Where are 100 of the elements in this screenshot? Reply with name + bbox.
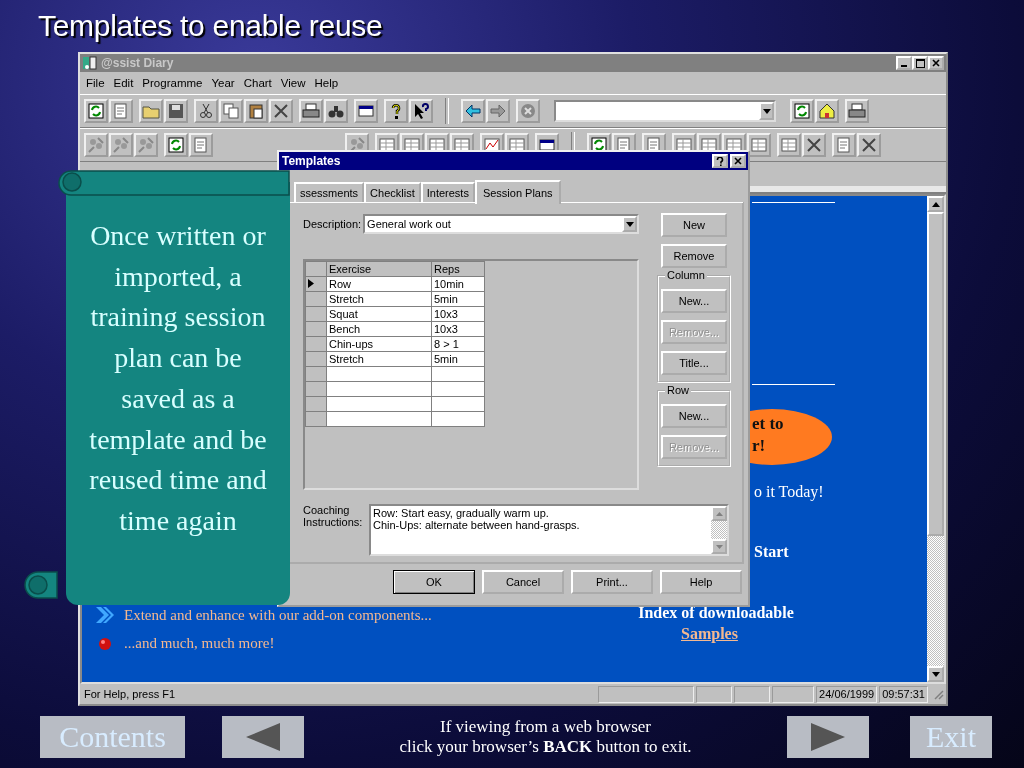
help-button[interactable] [712, 154, 728, 168]
group-label: Row [665, 384, 691, 396]
toolbar-button[interactable] [354, 99, 378, 123]
maximize-icon [915, 58, 925, 68]
menu-item[interactable]: Chart [243, 77, 272, 89]
toolbar-button[interactable] [857, 133, 881, 157]
bullet-dot-icon [98, 636, 112, 651]
left-triangle-icon [246, 723, 280, 751]
copy-icon [221, 101, 241, 121]
menu-item[interactable]: Edit [113, 77, 134, 89]
menu-item[interactable]: Help [314, 77, 339, 89]
note-text: click your browser’s BACK button to exit. [399, 737, 692, 757]
callout-text: Once written or imported, a training session plan can be saved as a template and be reused time and time again [88, 219, 268, 538]
column-button[interactable]: New... [661, 289, 727, 313]
row-button[interactable]: New... [661, 404, 727, 428]
tab[interactable]: ssessments [294, 182, 365, 202]
toolbar-button[interactable] [164, 133, 188, 157]
status-date: 24/06/1999 [816, 685, 878, 703]
chevron-icon [94, 605, 116, 625]
people-icon [111, 135, 131, 155]
toolbar-button[interactable] [384, 99, 408, 123]
refresh-icon [792, 101, 812, 121]
menu-item[interactable]: File [86, 77, 105, 89]
group-label: Column [665, 269, 707, 281]
toolbar-button[interactable] [164, 99, 188, 123]
status-panel [772, 685, 815, 703]
dialog-button[interactable]: Print... [571, 570, 653, 594]
instruction-text: Row: Start easy, gradually warm up. [373, 507, 550, 519]
dropdown-arrow-icon [762, 108, 771, 114]
dialog-button[interactable]: Cancel [482, 570, 564, 594]
toolbar-button[interactable] [815, 99, 839, 123]
close-icon [734, 157, 742, 165]
toolbar-button[interactable] [244, 99, 268, 123]
scroll-roll-drawing [24, 570, 58, 600]
promo-text: o it Today! [754, 483, 824, 501]
stop-icon [518, 101, 538, 121]
instruction-text: Chin-Ups: alternate between hand-grasps. [373, 519, 581, 531]
refresh-icon [166, 135, 186, 155]
menu-item[interactable]: Programme [142, 77, 203, 89]
toolbar-button[interactable] [194, 99, 218, 123]
toolbar-button[interactable] [845, 99, 869, 123]
toolbar-button[interactable] [269, 99, 293, 123]
text-scrollbar[interactable] [711, 506, 727, 554]
column-header[interactable]: Reps [431, 261, 485, 277]
feature-text: Extend and enhance with our add-on components... [124, 606, 432, 624]
address-combo[interactable] [554, 100, 776, 122]
description-dropdown[interactable]: General work out [363, 214, 639, 234]
dialog-button[interactable]: Remove [661, 244, 727, 268]
ellipse-text: et to [752, 413, 785, 435]
paste-icon [246, 101, 266, 121]
previous-button[interactable] [222, 716, 304, 758]
toolbar-button[interactable] [84, 99, 108, 123]
scroll-down-icon [715, 544, 723, 549]
close-icon [932, 59, 940, 67]
toolbar-button[interactable] [790, 99, 814, 123]
dialog-button[interactable]: New [661, 213, 727, 237]
toolbar-button[interactable] [802, 133, 826, 157]
coaching-text-area[interactable]: Row: Start easy, gradually warm up. Chin-Ups: alternate between hand-grasps. [369, 504, 729, 556]
toolbar-button[interactable] [409, 99, 433, 123]
toolbar-button[interactable] [461, 99, 485, 123]
note-text: If viewing from a web browser [440, 717, 651, 737]
save-icon [166, 101, 186, 121]
home-icon [817, 101, 837, 121]
toolbar-button[interactable] [299, 99, 323, 123]
dialog-title: Templates [282, 154, 342, 168]
printer-icon [301, 101, 321, 121]
menu-item[interactable]: Year [211, 77, 235, 89]
resize-grip-icon [932, 688, 944, 700]
close-button[interactable] [928, 56, 944, 70]
scroll-up-icon [715, 511, 723, 516]
table-icon [749, 135, 769, 155]
window-title: @ssist Diary [101, 56, 175, 70]
status-panel [734, 685, 771, 703]
start-text: Start [754, 543, 789, 561]
people-icon [136, 135, 156, 155]
tab[interactable]: Interests [420, 182, 475, 202]
close-button[interactable] [730, 154, 746, 168]
vertical-scrollbar[interactable] [927, 196, 944, 682]
minimize-button[interactable] [896, 56, 912, 70]
refresh-icon [86, 101, 106, 121]
dropdown-arrow-icon [625, 221, 634, 227]
dialog-button[interactable]: Help [660, 570, 742, 594]
tab[interactable]: Session Plans [474, 180, 561, 204]
tab[interactable]: Checklist [364, 182, 421, 202]
scroll-down-icon [931, 671, 940, 677]
slide-title: Templates to enable reuse [38, 9, 383, 43]
coaching-label: Coaching Instructions: [303, 504, 364, 530]
menu-item[interactable]: View [280, 77, 306, 89]
current-row-icon [308, 279, 314, 288]
column-header[interactable]: Exercise [326, 261, 432, 277]
dialog-button[interactable]: OK [393, 570, 475, 594]
next-button[interactable] [787, 716, 869, 758]
maximize-button[interactable] [912, 56, 928, 70]
question-mark-icon [716, 156, 724, 166]
index-heading: Index of downloadable [637, 604, 795, 622]
people-icon [86, 135, 106, 155]
column-button[interactable]: Title... [661, 351, 727, 375]
toolbar-button[interactable] [324, 99, 348, 123]
description-label: Description: [303, 218, 362, 230]
samples-link[interactable]: Samples [681, 625, 738, 643]
